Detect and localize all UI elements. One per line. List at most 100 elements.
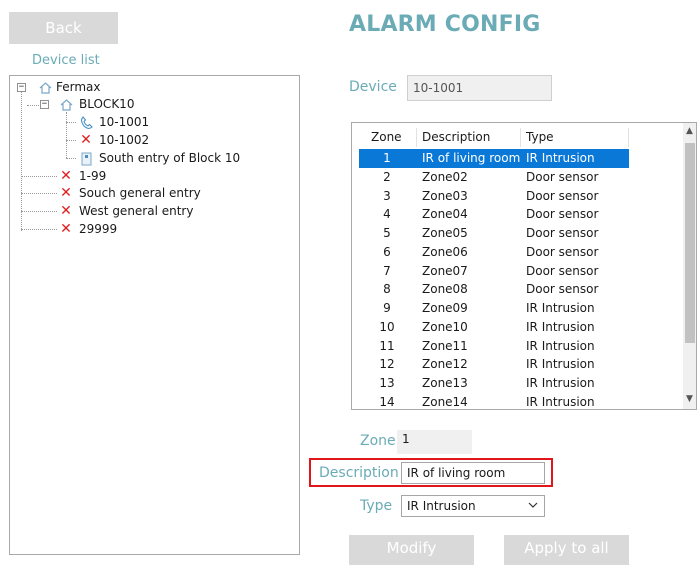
- collapse-icon[interactable]: −: [17, 83, 26, 92]
- type-select-value: IR Intrusion: [407, 499, 476, 513]
- offline-x-icon: ✕: [60, 185, 72, 201]
- tree-node-label: 10-1002: [99, 133, 150, 147]
- offline-x-icon: ✕: [60, 221, 72, 237]
- table-row[interactable]: 4 Zone04 Door sensor: [359, 205, 633, 224]
- device-label: Device: [349, 79, 397, 95]
- table-row[interactable]: 5 Zone05 Door sensor: [359, 224, 633, 243]
- back-button[interactable]: Back: [9, 12, 118, 44]
- offline-x-icon: ✕: [80, 132, 92, 148]
- tree-node-device[interactable]: ✕ 1-99: [59, 168, 179, 185]
- tree-node-label: 29999: [79, 222, 118, 236]
- tree-node-label: BLOCK10: [79, 97, 135, 111]
- scroll-up-icon[interactable]: ▲: [686, 126, 693, 136]
- column-header-description[interactable]: Description: [417, 128, 521, 147]
- tree-connector: [21, 176, 57, 177]
- zone-label: Zone: [360, 433, 396, 449]
- tree-node-device[interactable]: ✕ West general entry: [59, 203, 259, 220]
- table-row[interactable]: 12 Zone12 IR Intrusion: [359, 355, 633, 374]
- page-title: ALARM CONFIG: [349, 12, 541, 37]
- scroll-down-icon[interactable]: ▼: [686, 394, 693, 404]
- type-label: Type: [360, 498, 393, 514]
- device-tree[interactable]: − Fermax − BLOCK10 10-1001 ✕ 10-1002 Sou…: [9, 75, 300, 555]
- tree-node-block[interactable]: BLOCK10: [59, 96, 179, 113]
- cell-type: IR Intrusion: [526, 376, 595, 390]
- tree-connector: [21, 193, 57, 194]
- cell-description: Zone09: [422, 301, 468, 315]
- description-input[interactable]: IR of living room: [401, 462, 545, 484]
- phone-icon: [79, 114, 93, 131]
- cell-type: Door sensor: [526, 169, 599, 184]
- table-row[interactable]: 13 Zone13 IR Intrusion: [359, 374, 633, 393]
- cell-description: Zone05: [422, 226, 468, 240]
- tree-node-root[interactable]: Fermax: [38, 79, 158, 96]
- cell-zone: 2: [383, 169, 391, 184]
- cell-description: Zone10: [422, 319, 468, 334]
- table-header: Zone Description Type: [359, 128, 633, 147]
- cell-description: Zone03: [422, 188, 468, 203]
- table-row[interactable]: 9 Zone09 IR Intrusion: [359, 299, 633, 318]
- cell-zone: 13: [379, 376, 395, 390]
- column-header-type[interactable]: Type: [521, 128, 629, 147]
- cell-description: IR of living room: [417, 149, 521, 168]
- cell-type: Door sensor: [526, 263, 599, 278]
- cell-description: Zone06: [422, 244, 468, 259]
- cell-type: IR Intrusion: [526, 319, 595, 334]
- cell-zone: 4: [383, 207, 391, 222]
- cell-description: Zone08: [422, 282, 468, 297]
- table-row[interactable]: 11 Zone11 IR Intrusion: [359, 337, 633, 356]
- tree-node-device[interactable]: South entry of Block 10: [79, 150, 279, 167]
- cell-type: IR Intrusion: [526, 394, 595, 409]
- cell-type: IR Intrusion: [526, 338, 595, 353]
- table-row[interactable]: 14 Zone14 IR Intrusion: [359, 393, 633, 409]
- tree-node-device[interactable]: ✕ Souch general entry: [59, 185, 259, 202]
- zone-table[interactable]: Zone Description Type 1 IR of living room…: [351, 122, 697, 410]
- cell-type: Door sensor: [526, 188, 599, 203]
- cell-type: IR Intrusion: [526, 357, 595, 372]
- cell-type: Door sensor: [526, 207, 599, 222]
- cell-zone: 14: [379, 394, 395, 409]
- tree-connector: [66, 112, 67, 158]
- tree-node-label: West general entry: [79, 204, 194, 218]
- cell-zone: 5: [383, 226, 391, 240]
- cell-zone: 11: [379, 338, 395, 353]
- tree-node-label: Souch general entry: [79, 186, 201, 200]
- column-header-zone[interactable]: Zone: [359, 128, 417, 147]
- description-label: Description: [319, 465, 399, 481]
- table-row[interactable]: 7 Zone07 Door sensor: [359, 262, 633, 281]
- device-list-title: Device list: [32, 53, 100, 68]
- table-row[interactable]: 10 Zone10 IR Intrusion: [359, 318, 633, 337]
- collapse-icon[interactable]: −: [40, 100, 49, 109]
- cell-zone: 1: [359, 149, 417, 168]
- cell-description: Zone13: [422, 376, 468, 390]
- cell-description: Zone14: [422, 394, 468, 409]
- modify-button[interactable]: Modify: [349, 535, 474, 565]
- table-scrollbar[interactable]: ▲ ▼: [683, 123, 696, 409]
- zone-field-value: 1: [402, 432, 410, 446]
- tree-connector: [66, 140, 76, 141]
- scrollbar-thumb[interactable]: [685, 143, 695, 343]
- cell-type: Door sensor: [526, 282, 599, 297]
- apply-to-all-button[interactable]: Apply to all: [504, 535, 629, 565]
- tree-node-label: 1-99: [79, 169, 107, 183]
- device-field: 10-1001: [407, 75, 552, 101]
- door-panel-icon: [79, 150, 93, 167]
- type-select[interactable]: IR Intrusion: [401, 495, 545, 517]
- offline-x-icon: ✕: [60, 168, 72, 184]
- table-row[interactable]: 2 Zone02 Door sensor: [359, 168, 633, 187]
- cell-zone: 9: [383, 301, 391, 315]
- description-input-value: IR of living room: [407, 466, 506, 480]
- table-row[interactable]: 1 IR of living room IR Intrusion: [359, 149, 633, 168]
- tree-connector: [21, 211, 57, 212]
- tree-node-device[interactable]: ✕ 10-1002: [79, 132, 199, 149]
- tree-connector: [27, 105, 39, 106]
- tree-node-label: 10-1001: [99, 115, 150, 129]
- table-row[interactable]: 8 Zone08 Door sensor: [359, 280, 633, 299]
- table-row[interactable]: 6 Zone06 Door sensor: [359, 243, 633, 262]
- tree-node-device[interactable]: 10-1001: [79, 114, 199, 131]
- cell-type: Door sensor: [526, 244, 599, 259]
- tree-connector: [21, 229, 57, 230]
- tree-node-device[interactable]: ✕ 29999: [59, 221, 179, 238]
- home-icon: [59, 96, 73, 113]
- cell-zone: 10: [379, 319, 395, 334]
- table-row[interactable]: 3 Zone03 Door sensor: [359, 187, 633, 206]
